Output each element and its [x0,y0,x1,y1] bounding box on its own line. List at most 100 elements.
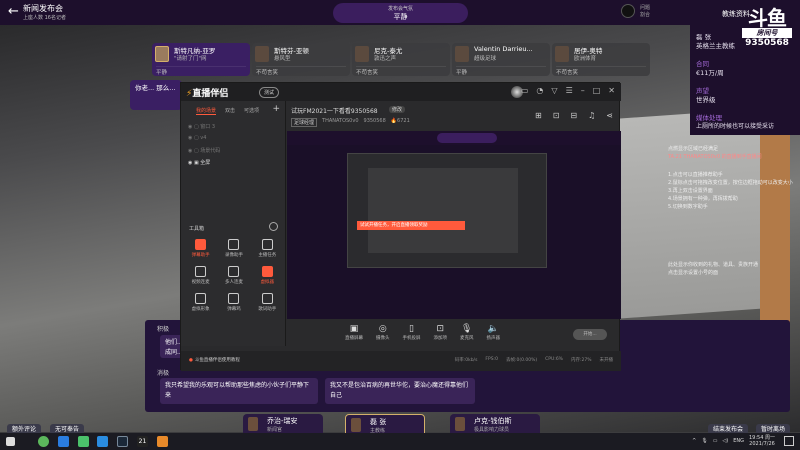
tool-avatar[interactable]: 虚拟形象 [184,293,217,312]
app-icon-green[interactable] [38,436,49,447]
scene-item[interactable]: ◉ ▢ v4 [188,135,206,141]
phone-cast-button[interactable]: ▯ 手机投屏 [403,324,421,347]
camera-icon: ◎ [378,324,387,334]
chat-line: TA.21 THANATOS0v0 的直播到手直播间 [668,154,762,160]
preview-pill [437,133,497,143]
scene-item[interactable]: ◉ ▢ 窗口 3 [188,123,215,130]
menu-icon[interactable]: ☰ [566,86,573,95]
category[interactable]: 足球经理 [291,118,318,127]
lock-icon[interactable]: ⊡ [553,111,560,120]
tool-lyrics[interactable]: 歌词助手 [251,293,284,312]
scene-item[interactable]: ◉ ▢ 场景代码 [188,147,220,154]
app-icon-mail[interactable] [97,436,108,447]
add-source-button[interactable]: ⊡ 添加项 [434,324,448,347]
tool-video-link[interactable]: 视频连麦 [184,266,217,285]
microphone-button[interactable]: 🎙 麦克风 [460,324,474,347]
chevron-up-icon[interactable]: ^ [692,438,696,444]
avatar-icon [195,293,207,304]
tool-virtual[interactable]: 虚拟器 [251,266,284,285]
negative-response-1[interactable]: 我只希望我的乐观可以帮助那些焦虑的小伙子们平静下来 [160,378,318,404]
toolbox-grid: 弹幕助手 录像助手 主播任务 视频连麦 多人连麦 虚拟器 虚拟形象 弹幕鸡 歌词… [184,239,284,312]
reporter-card[interactable]: 斯特芬-亚顿 悬风型 不苟言笑 [252,43,350,76]
stream-title: 试玩FM2021一下看看9350568 [291,108,378,115]
control-label: 摄像头 [376,336,390,341]
message-icon[interactable]: ▭ [521,86,529,95]
negative-response-2[interactable]: 我又不是包治百病的再世华佗，要治心魔还得靠他们自己 [325,378,475,404]
tool-tasks[interactable]: 主播任务 [251,239,284,258]
close-icon[interactable]: ✕ [608,86,615,95]
source-toolbar: ▣ 直播屏幕 ◎ 摄像头 ▯ 手机投屏 ⊡ 添加项 🎙 麦克风 🔈 扬声器 开始... [287,319,621,347]
speaker-button[interactable]: 🔈 扬声器 [487,324,501,347]
speaker-name: 磊 张 [370,418,387,426]
tab-double-click[interactable]: 双击 [225,107,235,115]
steam-icon[interactable] [117,436,128,447]
notification-icon[interactable] [784,436,794,446]
chat-line: 2.鼠标点击可拖拽改变位置，按住边框拖动可以改变大小 [668,180,793,186]
stream-state: 未开播 [599,358,614,363]
reporter-card[interactable]: Valentin Darrieu... 超级足球 平静 [452,43,550,76]
chat-line: 点击显示设置小号的面 [668,270,719,276]
tool-label: 弹幕助手 [191,253,210,258]
windows-start-icon[interactable] [6,437,15,446]
contract-value: €11万/周 [696,69,724,77]
maximize-icon[interactable]: □ [593,86,601,95]
skin-icon[interactable]: ◔ [536,86,543,95]
multi-link-icon [228,266,240,277]
mood-pill: 发布会气氛 平静 [333,3,468,23]
volume-icon[interactable]: ◁) [722,438,728,444]
mic-icon[interactable]: 🎙 [701,438,707,444]
share-icon[interactable]: ⋖ [606,111,613,120]
camera-button[interactable]: ◎ 摄像头 [376,324,390,347]
tab-options[interactable]: 可选项 [244,107,259,115]
mood-label: 发布会气氛 [387,6,413,12]
video-player-icon[interactable] [78,436,89,447]
reporter-list: 斯特凡纳-亚罗 "请射了门"网 平静 斯特芬-亚顿 悬风型 不苟言笑 尼克-泰尤 敦迅之声… [152,43,650,76]
streaming-app-window: ⚡直播伴侣 测试 ▭ ◔ ▽ ☰ – □ ✕ 我的场景 双击 可选项 + ◉ ▢ 窗口 3 ◉ … [180,82,621,371]
heat-value: 🔥6721 [390,118,410,124]
fm-icon[interactable]: 21 [137,436,148,447]
reputation-value: 世界级 [696,96,716,104]
network-icon[interactable]: ▭ [713,438,718,444]
version-badge[interactable]: 测试 [259,87,280,98]
scene-item[interactable]: ◉ ▣ 全屏 [188,159,210,166]
tool-danmaku-bot[interactable]: 弹幕鸡 [217,293,250,312]
add-scene-icon[interactable]: + [272,104,280,114]
app-icon-blue[interactable] [58,436,69,447]
tool-record[interactable]: 录像助手 [217,239,250,258]
back-arrow-icon[interactable]: ← [8,4,19,19]
box-icon[interactable]: ⊟ [570,111,577,120]
reporter-card[interactable]: 斯特凡纳-亚罗 "请射了门"网 平静 [152,43,250,76]
media-value: 上厕所的时候也可以接受采访 [696,123,775,130]
tab-my-scenes[interactable]: 我的场景 [196,107,217,115]
tool-label: 歌词助手 [258,307,277,312]
tool-danmaku[interactable]: 弹幕助手 [184,239,217,258]
tool-multi-link[interactable]: 多人连麦 [217,266,250,285]
chat-line: 3.再上双击设置界面 [668,188,713,194]
toolbox-more-icon[interactable] [269,222,278,231]
reporter-mood: 平静 [156,66,246,76]
attendance: 上座人数 16名记者 [23,15,66,21]
tool-label: 主播任务 [258,253,277,258]
tutorial-link[interactable]: 斗鱼直播伴侣使用教程 [189,357,240,363]
edit-title-button[interactable]: 修改 [389,106,406,113]
dropped-frames: 丢帧:0(0.00%) [505,358,538,363]
clock[interactable]: 19:54 周一 2021/7/26 [749,435,775,447]
language-indicator[interactable]: ENG [733,438,744,444]
control-label: 直播屏幕 [345,336,363,341]
gift-icon[interactable]: ⊞ [535,111,542,120]
reporter-card[interactable]: 居伊-奥特 欧洲体育 不苟言笑 [552,43,650,76]
shirt-icon[interactable]: ▽ [551,86,557,95]
mood-value: 平静 [393,13,408,21]
start-stream-button[interactable]: 开始... [573,329,607,340]
chat-line: 点燃显示区域已经满足 [668,146,719,152]
streaming-app-taskbar-icon[interactable] [157,436,168,447]
room-number: 9350568 [745,38,789,48]
screen-button[interactable]: ▣ 直播屏幕 [345,324,363,347]
bell-icon[interactable]: ♫ [588,111,595,120]
minimize-icon[interactable]: – [581,86,585,95]
record-icon [228,239,240,250]
reporter-outlet: 敦迅之声 [374,56,397,62]
reporter-card[interactable]: 尼克-泰尤 敦迅之声 不苟言笑 [352,43,450,76]
avatar [455,46,469,62]
danmaku-icon [195,239,207,250]
